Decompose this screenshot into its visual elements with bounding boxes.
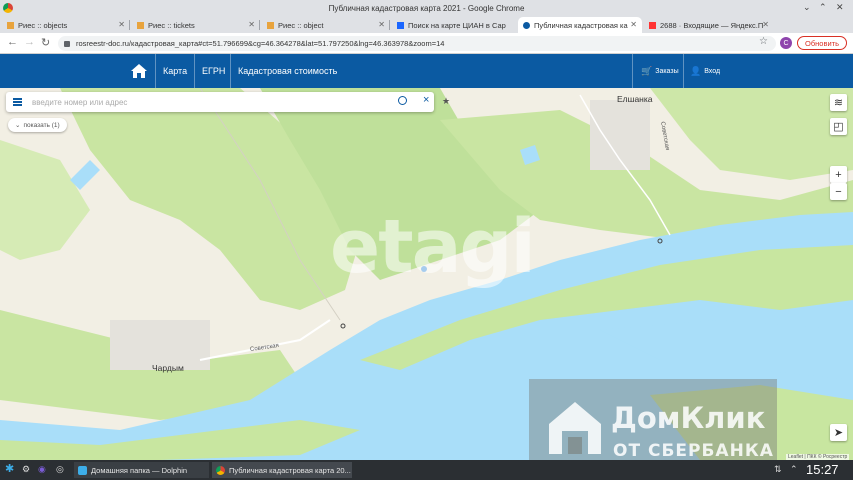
favorites-star-icon[interactable]: ★ [442,96,450,107]
domclick-house-icon [549,402,601,454]
nav-map[interactable]: Карта [163,54,187,88]
search-panel: × [6,92,434,112]
chrome-taskbar-icon[interactable]: ◎ [56,464,64,475]
site-header: Карта ЕГРН Кадастровая стоимость 🛒 Заказ… [0,54,853,88]
task-label: Публичная кадастровая карта 20... [229,465,351,475]
tab-strip: Риес :: objects ✕ Риес :: tickets ✕ Риес… [0,16,853,47]
close-window-icon[interactable]: ✕ [836,2,844,13]
tab-ries-object[interactable]: Риес :: object ✕ [262,17,390,33]
nav-egrn[interactable]: ЕГРН [202,54,225,88]
etagi-watermark: etagi [330,204,536,290]
task-label: Домашняя папка — Dolphin [91,465,188,475]
close-tab-icon[interactable]: ✕ [630,20,637,29]
login-link[interactable]: 👤 Вход [690,54,720,88]
place-label-chardym: Чардым [152,363,184,373]
update-button[interactable]: Обновить [797,36,847,50]
window-titlebar: Публичная кадастровая карта 2021 - Googl… [0,0,853,16]
cart-icon: 🛒 [641,65,653,76]
address-toolbar: ← → ↻ rosreestr-doc.ru/кадастровая_карта… [0,33,853,54]
tab-yandex-mail[interactable]: 2688 · Входящие — Яндекс.П ✕ [644,17,774,33]
viber-icon[interactable]: ◉ [38,464,46,475]
show-results-button[interactable]: ⌄ показать (1) [8,118,67,132]
tab-ries-objects[interactable]: Риес :: objects ✕ [2,17,130,33]
chrome-icon [216,465,225,475]
orders-link[interactable]: 🛒 Заказы [641,54,679,88]
chevron-down-icon: ⌄ [15,122,21,129]
domclick-subtitle: ОТ СБЕРБАНКА [613,441,774,461]
zoom-out-button[interactable]: − [830,183,847,200]
taskbar: ✱ ⚙ ◉ ◎ Домашняя папка — Dolphin Публичн… [0,460,853,480]
cian-favicon-icon [397,21,404,29]
show-results-label: показать (1) [23,121,60,129]
tab-ries-tickets[interactable]: Риес :: tickets ✕ [132,17,260,33]
select-area-icon[interactable]: ◰ [830,118,847,135]
forward-icon[interactable]: → [24,36,35,48]
maximize-icon[interactable]: ⌃ [819,2,827,13]
tab-label: Публичная кадастровая ка [534,20,628,30]
window-title: Публичная кадастровая карта 2021 - Googl… [328,3,525,13]
tab-cian-map[interactable]: Поиск на карте ЦИАН в Сар [392,17,518,33]
lock-icon [64,40,70,47]
clear-icon[interactable]: × [423,94,429,106]
orders-label: Заказы [655,67,679,75]
clock[interactable]: 15:27 [806,462,839,477]
task-chrome[interactable]: Публичная кадастровая карта 20... [212,462,352,478]
tab-label: 2688 · Входящие — Яндекс.П [660,20,764,30]
task-dolphin[interactable]: Домашняя папка — Dolphin [74,462,209,478]
layers-icon[interactable]: ≋ [830,94,847,111]
tab-label: Поиск на карте ЦИАН в Сар [408,20,506,30]
domclick-title: ДомКлик [611,401,766,435]
ries-favicon-icon [267,21,274,29]
settings-icon[interactable]: ⚙ [22,464,30,475]
search-input[interactable] [32,95,392,109]
tab-label: Риес :: object [278,20,324,30]
search-icon[interactable] [398,96,407,105]
url-field[interactable]: rosreestr-doc.ru/кадастровая_карта#ct=51… [58,36,776,51]
login-label: Вход [704,67,721,75]
home-icon[interactable] [130,54,148,88]
ries-favicon-icon [7,21,14,29]
reload-icon[interactable]: ↻ [41,36,50,49]
place-label-elshanka: Елшанка [617,94,653,104]
tray-expand-icon[interactable]: ⌃ [790,464,798,475]
url-text: rosreestr-doc.ru/кадастровая_карта#ct=51… [76,39,445,48]
app-launcher-icon[interactable]: ✱ [5,462,14,475]
tab-label: Риес :: tickets [148,20,195,30]
zoom-in-button[interactable]: + [830,166,847,183]
mail-favicon-icon [649,21,656,29]
nav-cadastral-value[interactable]: Кадастровая стоимость [238,54,337,88]
folder-icon [78,465,87,475]
close-tab-icon[interactable]: ✕ [762,20,769,29]
close-tab-icon[interactable]: ✕ [378,20,385,29]
back-icon[interactable]: ← [7,36,18,48]
close-tab-icon[interactable]: ✕ [118,20,125,29]
menu-icon[interactable] [13,98,22,106]
tab-label: Риес :: objects [18,20,68,30]
locate-icon[interactable]: ➤ [830,424,847,441]
ries-favicon-icon [137,21,144,29]
bookmark-star-icon[interactable]: ☆ [759,36,768,47]
minimize-icon[interactable]: ⌄ [803,2,811,13]
tab-cadastral-map[interactable]: Публичная кадастровая ка ✕ [518,17,642,33]
rosreestr-favicon-icon [523,21,530,29]
profile-avatar[interactable]: C [780,37,792,49]
chrome-icon [3,3,13,13]
close-tab-icon[interactable]: ✕ [248,20,255,29]
user-icon: 👤 [690,65,702,76]
network-icon[interactable]: ⇅ [774,464,782,475]
